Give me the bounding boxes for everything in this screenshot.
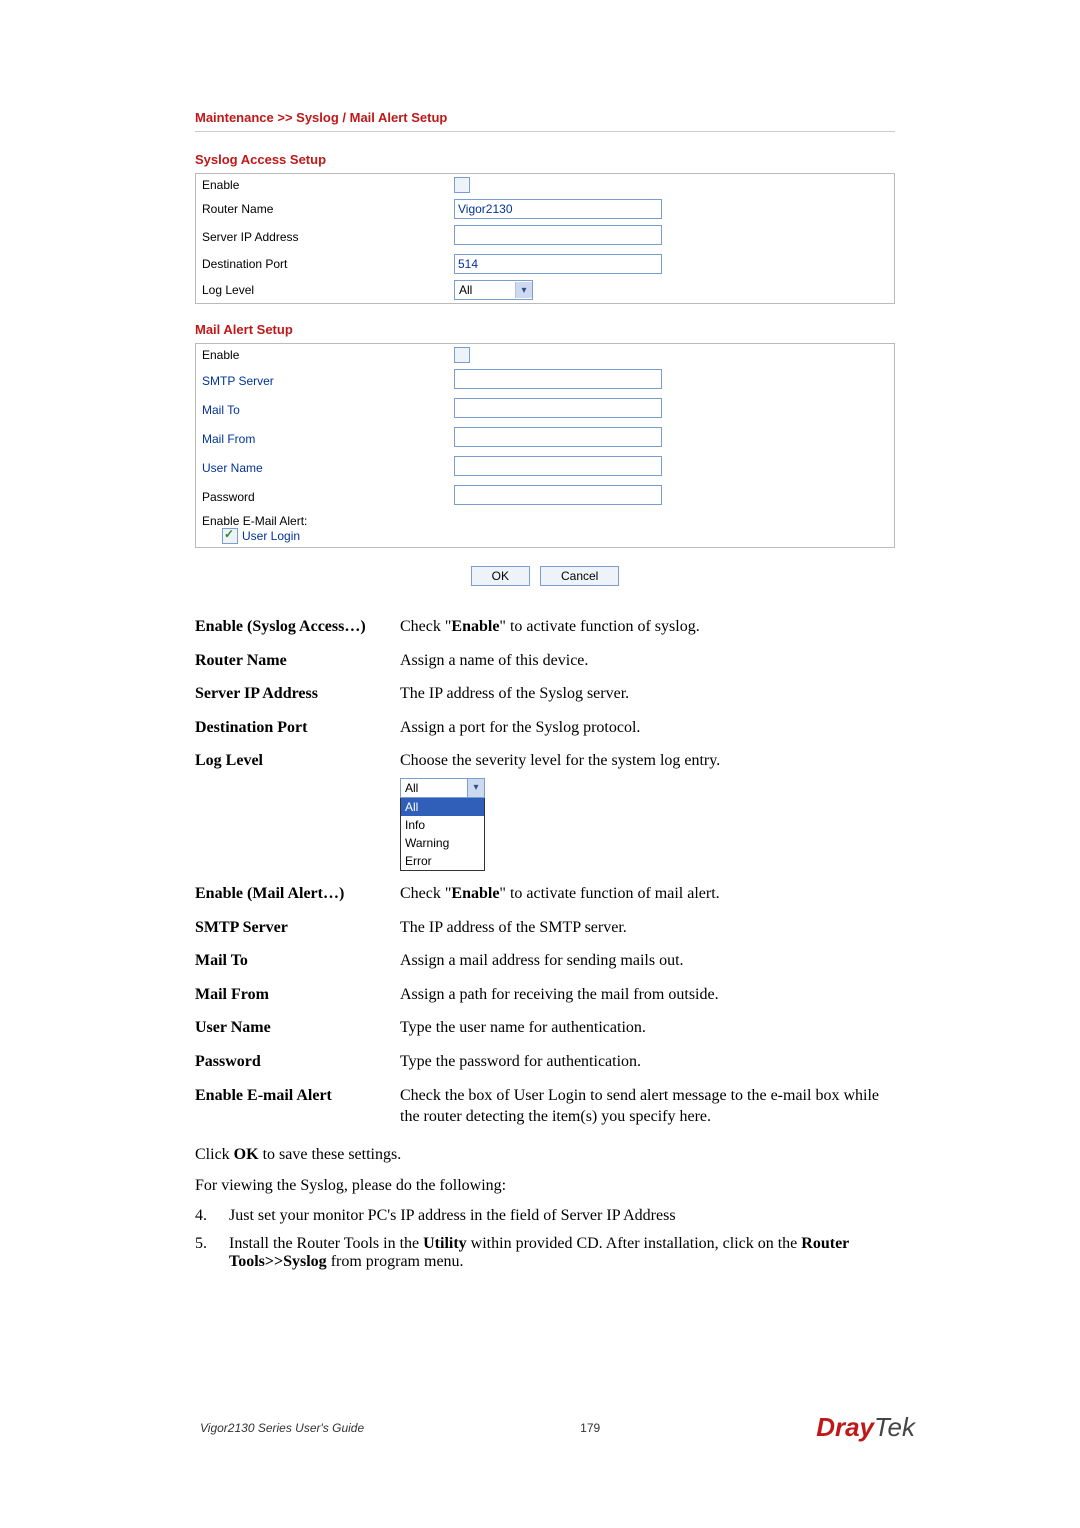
password-input[interactable] xyxy=(454,485,662,505)
ok-button[interactable]: OK xyxy=(471,566,530,586)
dropdown-option: Info xyxy=(401,816,484,834)
steps-list: 4. Just set your monitor PC's IP address… xyxy=(195,1207,895,1271)
footer-guide: Vigor2130 Series User's Guide xyxy=(200,1421,364,1435)
def-text: Choose the severity level for the system… xyxy=(400,744,895,877)
log-level-label: Log Level xyxy=(196,277,449,304)
def-term: Destination Port xyxy=(195,711,400,745)
def-term: Router Name xyxy=(195,644,400,678)
server-ip-label: Server IP Address xyxy=(196,222,449,251)
dest-port-label: Destination Port xyxy=(196,251,449,277)
step-number: 4. xyxy=(195,1207,213,1225)
syslog-enable-checkbox[interactable] xyxy=(454,177,470,193)
mailfrom-label: Mail From xyxy=(196,424,449,453)
def-text: Assign a path for receiving the mail fro… xyxy=(400,978,895,1012)
breadcrumb: Maintenance >> Syslog / Mail Alert Setup xyxy=(195,110,895,125)
def-text: Assign a mail address for sending mails … xyxy=(400,944,895,978)
def-term: Enable (Syslog Access…) xyxy=(195,610,400,644)
dropdown-option: Error xyxy=(401,852,484,870)
username-input[interactable] xyxy=(454,456,662,476)
user-login-label: User Login xyxy=(242,529,300,543)
def-term: Mail To xyxy=(195,944,400,978)
footer-page-number: 179 xyxy=(580,1421,600,1435)
log-level-value: All xyxy=(455,283,515,297)
cancel-button[interactable]: Cancel xyxy=(540,566,619,586)
router-name-input[interactable]: Vigor2130 xyxy=(454,199,662,219)
def-text: The IP address of the Syslog server. xyxy=(400,677,895,711)
step-text: Just set your monitor PC's IP address in… xyxy=(229,1207,676,1225)
user-login-checkbox[interactable] xyxy=(222,528,238,544)
def-term: Mail From xyxy=(195,978,400,1012)
divider xyxy=(195,131,895,132)
page-footer: Vigor2130 Series User's Guide 179 DrayTe… xyxy=(200,1412,915,1443)
button-row: OK Cancel xyxy=(195,566,895,586)
mail-enable-label: Enable xyxy=(196,344,449,367)
password-label: Password xyxy=(196,482,449,511)
mailto-label: Mail To xyxy=(196,395,449,424)
syslog-section-title: Syslog Access Setup xyxy=(195,152,895,167)
mailto-input[interactable] xyxy=(454,398,662,418)
def-text: Type the password for authentication. xyxy=(400,1045,895,1079)
router-name-label: Router Name xyxy=(196,196,449,222)
draytek-logo: DrayTek xyxy=(816,1412,915,1443)
def-term: Server IP Address xyxy=(195,677,400,711)
def-text: Assign a name of this device. xyxy=(400,644,895,678)
smtp-label: SMTP Server xyxy=(196,366,449,395)
dest-port-input[interactable]: 514 xyxy=(454,254,662,274)
def-text: Check "Enable" to activate function of s… xyxy=(400,610,895,644)
dropdown-selected: All xyxy=(400,778,467,798)
syslog-table: Enable Router Name Vigor2130 Server IP A… xyxy=(195,173,895,304)
def-term: Enable (Mail Alert…) xyxy=(195,877,400,911)
def-text: Check "Enable" to activate function of m… xyxy=(400,877,895,911)
chevron-down-icon: ▾ xyxy=(467,778,485,798)
mailfrom-input[interactable] xyxy=(454,427,662,447)
def-term: SMTP Server xyxy=(195,911,400,945)
smtp-input[interactable] xyxy=(454,369,662,389)
click-ok-text: Click OK to save these settings. xyxy=(195,1144,895,1166)
log-level-select[interactable]: All ▾ xyxy=(454,280,533,300)
def-term: Log Level xyxy=(195,744,400,877)
step-number: 5. xyxy=(195,1235,213,1271)
mail-table: Enable SMTP Server Mail To Mail From Use… xyxy=(195,343,895,548)
enable-label: Enable xyxy=(196,174,449,197)
def-text: The IP address of the SMTP server. xyxy=(400,911,895,945)
def-text: Check the box of User Login to send aler… xyxy=(400,1079,895,1134)
def-text: Type the user name for authentication. xyxy=(400,1011,895,1045)
server-ip-input[interactable] xyxy=(454,225,662,245)
descriptions-table: Enable (Syslog Access…) Check "Enable" t… xyxy=(195,610,895,1134)
view-syslog-text: For viewing the Syslog, please do the fo… xyxy=(195,1175,895,1197)
log-level-dropdown-example: All ▾ All Info Warning Error xyxy=(400,778,485,871)
email-alert-label: Enable E-Mail Alert: xyxy=(202,514,888,528)
chevron-down-icon: ▾ xyxy=(515,282,532,298)
mail-section-title: Mail Alert Setup xyxy=(195,322,895,337)
dropdown-option: All xyxy=(401,798,484,816)
def-term: Password xyxy=(195,1045,400,1079)
step-text: Install the Router Tools in the Utility … xyxy=(229,1235,895,1271)
def-term: Enable E-mail Alert xyxy=(195,1079,400,1134)
def-text: Assign a port for the Syslog protocol. xyxy=(400,711,895,745)
dropdown-option: Warning xyxy=(401,834,484,852)
username-label: User Name xyxy=(196,453,449,482)
def-term: User Name xyxy=(195,1011,400,1045)
mail-enable-checkbox[interactable] xyxy=(454,347,470,363)
